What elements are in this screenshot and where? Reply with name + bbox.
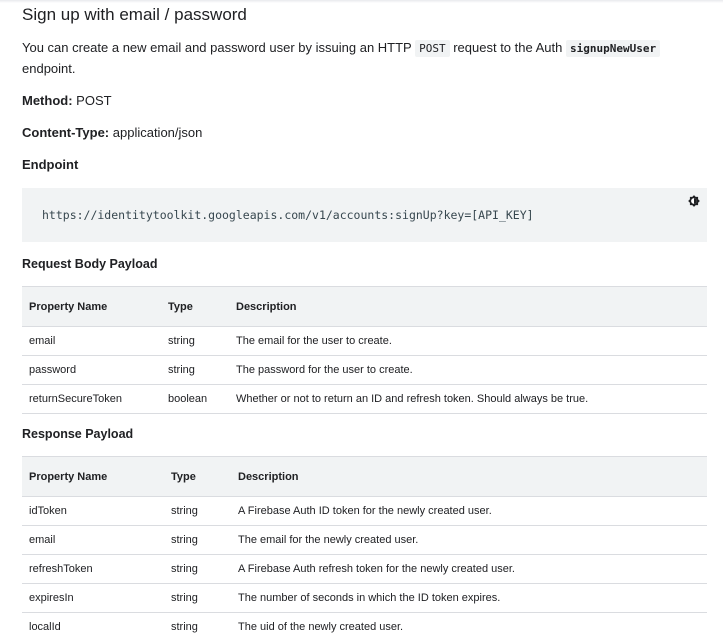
endpoint-code-block[interactable]: https://identitytoolkit.googleapis.com/v… [22,188,707,242]
type-cell: string [164,525,231,555]
response-payload-heading: Response Payload [22,427,134,441]
content-type-value: application/json [109,125,203,140]
description-cell: Whether or not to return an ID and refre… [229,384,707,414]
property-name-cell: returnSecureToken [22,384,161,414]
table-row: password string The password for the use… [22,355,707,385]
request-body-heading: Request Body Payload [22,257,158,271]
response-table: Property Name Type Description idToken s… [22,456,707,637]
signupnewuser-inline-code: signupNewUser [565,40,661,57]
request-table: Property Name Type Description email str… [22,286,707,414]
description-cell: The uid of the newly created user. [231,612,707,637]
endpoint-url[interactable]: https://identitytoolkit.googleapis.com/v… [42,208,534,222]
table-row: idToken string A Firebase Auth ID token … [22,496,707,526]
type-cell: boolean [161,384,229,414]
description-cell: The password for the user to create. [229,355,707,385]
description-cell: A Firebase Auth ID token for the newly c… [231,496,707,526]
method-line: Method: POST [22,91,707,111]
property-name-cell: expiresIn [22,583,164,613]
table-row: expiresIn string The number of seconds i… [22,583,707,613]
intro-paragraph: You can create a new email and password … [22,38,707,79]
table-row: localId string The uid of the newly crea… [22,612,707,637]
page: Sign up with email / password You can cr… [0,0,723,637]
property-name-cell: email [22,326,161,356]
content-type-line: Content-Type: application/json [22,123,707,143]
table-row: email string The email for the user to c… [22,326,707,356]
table-row: email string The email for the newly cre… [22,525,707,555]
intro-text-middle: request to the Auth [449,40,566,55]
endpoint-heading: Endpoint [22,157,79,172]
method-label: Method: [22,93,73,108]
type-cell: string [164,554,231,584]
type-cell: string [164,583,231,613]
column-header: Property Name [22,286,161,327]
type-cell: string [161,355,229,385]
intro-text-after: endpoint. [22,61,76,76]
header-shadow [0,0,723,3]
content-type-label: Content-Type: [22,125,110,140]
post-inline-code: POST [415,40,450,57]
column-header: Type [164,456,231,497]
property-name-cell: refreshToken [22,554,164,584]
description-cell: The number of seconds in which the ID to… [231,583,707,613]
column-header: Description [231,456,707,497]
page-title: Sign up with email / password [22,5,247,24]
property-name-cell: email [22,525,164,555]
type-cell: string [164,612,231,637]
table-row: returnSecureToken boolean Whether or not… [22,384,707,414]
table-header-row: Property Name Type Description [22,286,707,327]
brightness-icon[interactable] [687,194,701,208]
type-cell: string [161,326,229,356]
description-cell: A Firebase Auth refresh token for the ne… [231,554,707,584]
column-header: Description [229,286,707,327]
column-header: Type [161,286,229,327]
table-row: refreshToken string A Firebase Auth refr… [22,554,707,584]
description-cell: The email for the newly created user. [231,525,707,555]
intro-text-before: You can create a new email and password … [22,40,416,55]
type-cell: string [164,496,231,526]
method-value: POST [72,93,112,108]
column-header: Property Name [22,456,164,497]
property-name-cell: password [22,355,161,385]
property-name-cell: idToken [22,496,164,526]
property-name-cell: localId [22,612,164,637]
description-cell: The email for the user to create. [229,326,707,356]
table-header-row: Property Name Type Description [22,456,707,497]
